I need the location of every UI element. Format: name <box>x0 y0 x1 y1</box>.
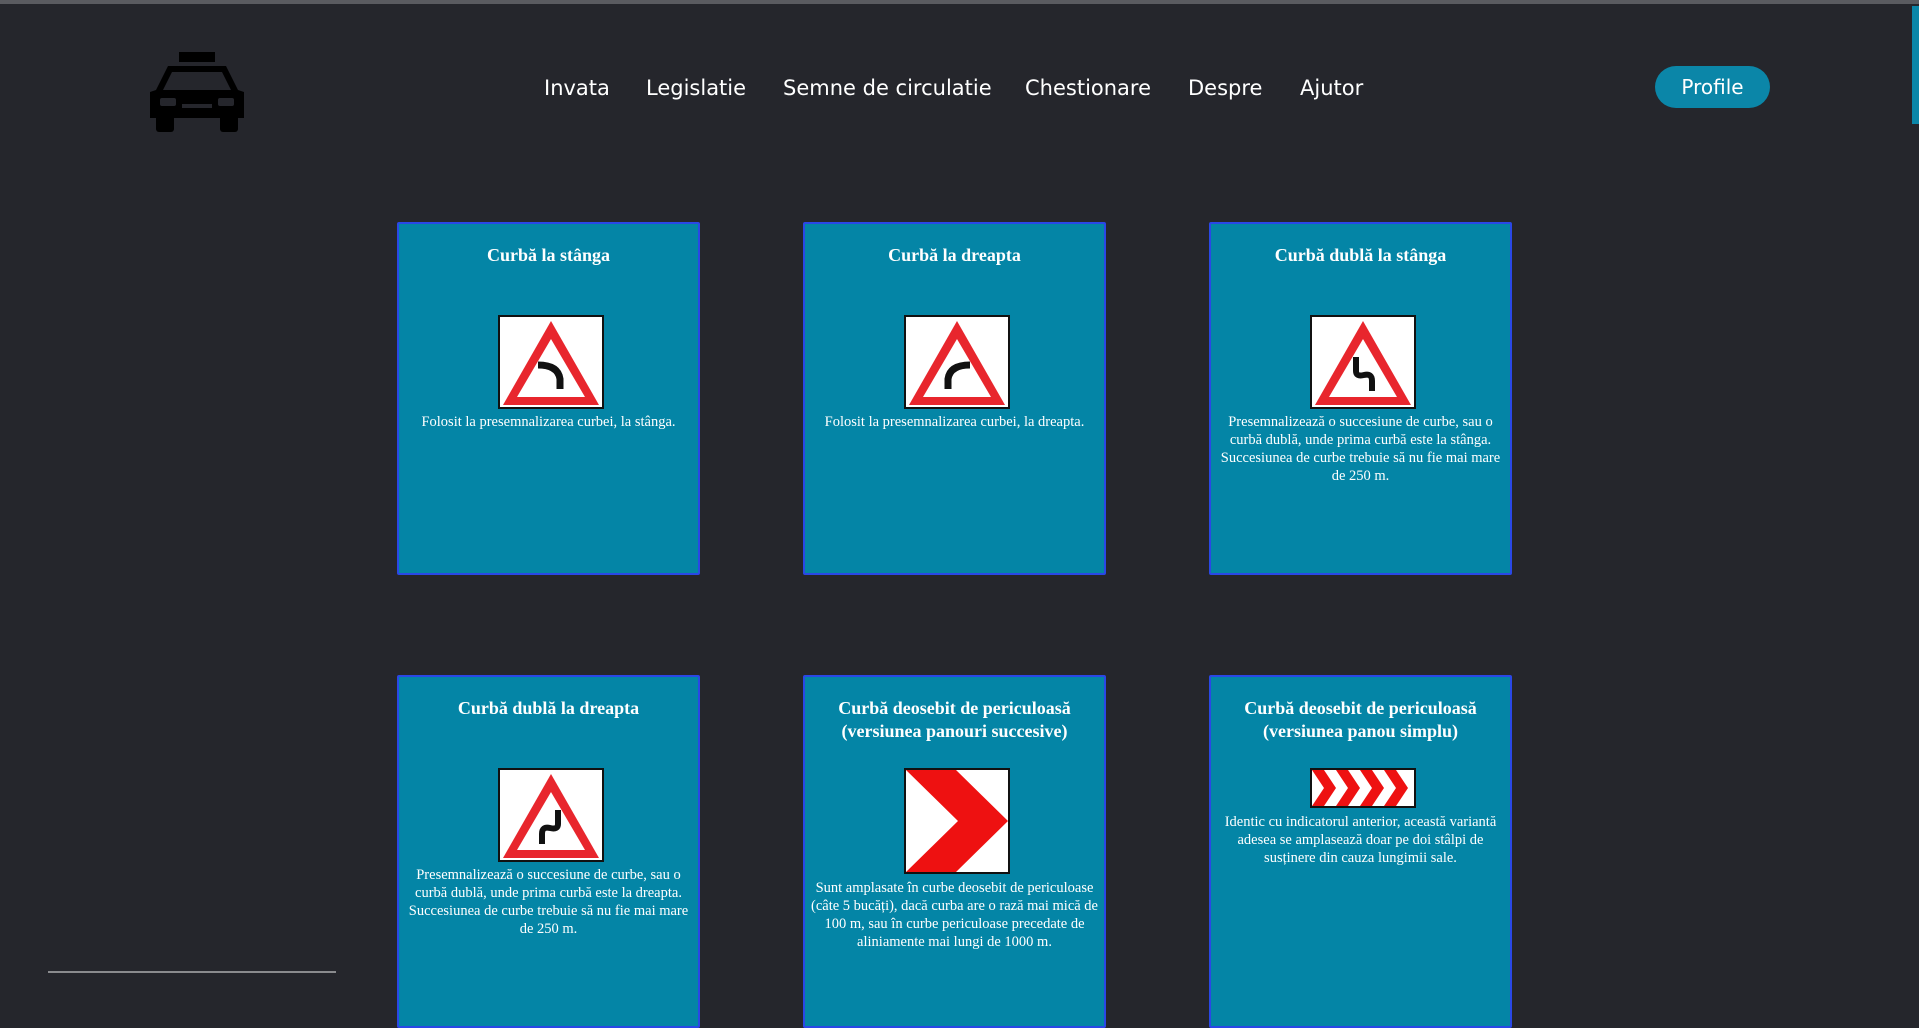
curve-left-sign-icon <box>498 315 604 409</box>
double-curve-right-sign-icon <box>498 768 604 862</box>
card-title: Curbă la dreapta <box>888 245 1021 265</box>
card-description: Presemnalizează o succesiune de curbe, s… <box>408 867 689 937</box>
nav-link-semne-de-circulatie[interactable]: Semne de circulatie <box>783 76 992 100</box>
card-title: Curbă dublă la dreapta <box>457 698 640 718</box>
card-title: Curbă dublă la stânga <box>1274 245 1447 265</box>
main-navigation: Invata Legislatie Semne de circulatie Ch… <box>0 70 1919 106</box>
sign-card[interactable]: Curbă deosebit de periculoasă (versiunea… <box>1209 675 1512 1028</box>
sign-card[interactable]: Curbă dublă la dreapta Presemnalizează o… <box>397 675 700 1028</box>
nav-link-legislatie[interactable]: Legislatie <box>646 76 746 100</box>
horizontal-scrollbar[interactable] <box>48 971 336 973</box>
card-title: Curbă deosebit de periculoasă (versiunea… <box>1244 698 1477 741</box>
scrollbar-thumb[interactable] <box>1912 6 1919 124</box>
sign-card[interactable]: Curbă la stânga Folosit la presemnalizar… <box>397 222 700 575</box>
card-description: Identic cu indicatorul anterior, această… <box>1224 814 1497 866</box>
card-description: Folosit la presemnalizarea curbei, la st… <box>421 414 676 430</box>
profile-button[interactable]: Profile <box>1655 66 1770 108</box>
nav-link-invata[interactable]: Invata <box>544 76 610 100</box>
window-top-border <box>0 0 1919 4</box>
card-description: Folosit la presemnalizarea curbei, la dr… <box>824 414 1085 430</box>
curve-right-sign-icon <box>904 315 1010 409</box>
chevron-strip-sign-icon <box>1310 768 1416 808</box>
sign-card[interactable]: Curbă la dreapta Folosit la presemnaliza… <box>803 222 1106 575</box>
chevron-panel-sign-icon <box>904 768 1010 874</box>
sign-card[interactable]: Curbă dublă la stânga Presemnalizează o … <box>1209 222 1512 575</box>
sign-card[interactable]: Curbă deosebit de periculoasă (versiunea… <box>803 675 1106 1028</box>
card-title: Curbă deosebit de periculoasă (versiunea… <box>838 698 1071 741</box>
nav-link-chestionare[interactable]: Chestionare <box>1025 76 1151 100</box>
double-curve-left-sign-icon <box>1310 315 1416 409</box>
nav-link-despre[interactable]: Despre <box>1188 76 1262 100</box>
card-description: Presemnalizează o succesiune de curbe, s… <box>1220 414 1501 484</box>
card-title: Curbă la stânga <box>486 245 611 265</box>
card-description: Sunt amplasate în curbe deosebit de peri… <box>811 880 1098 950</box>
nav-link-ajutor[interactable]: Ajutor <box>1300 76 1363 100</box>
